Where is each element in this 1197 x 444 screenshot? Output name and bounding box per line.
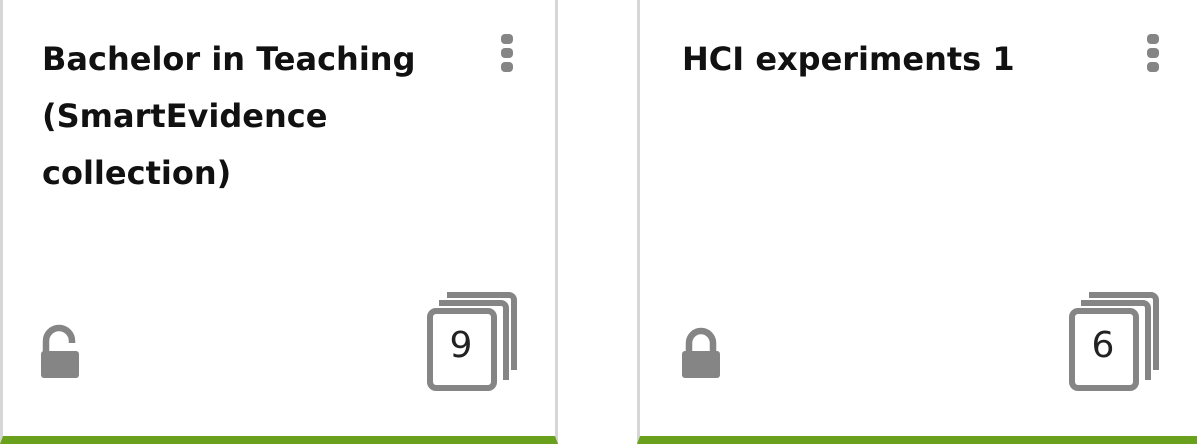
stacked-pages-icon: 9 [423, 290, 519, 395]
kebab-menu-icon[interactable] [1146, 33, 1160, 73]
stacked-pages-icon: 6 [1065, 290, 1161, 395]
page-count: 9 [449, 324, 473, 366]
card-title[interactable]: HCI experiments 1 [682, 31, 1062, 88]
locked-padlock-icon [681, 324, 721, 380]
unlocked-padlock-icon [40, 324, 80, 380]
page-count: 6 [1091, 324, 1115, 366]
collection-card[interactable]: HCI experiments 1 6 [637, 0, 1197, 444]
card-title[interactable]: Bachelor in Teaching (SmartEvidence coll… [42, 31, 462, 202]
collection-card[interactable]: Bachelor in Teaching (SmartEvidence coll… [0, 0, 558, 444]
kebab-menu-icon[interactable] [500, 33, 514, 73]
